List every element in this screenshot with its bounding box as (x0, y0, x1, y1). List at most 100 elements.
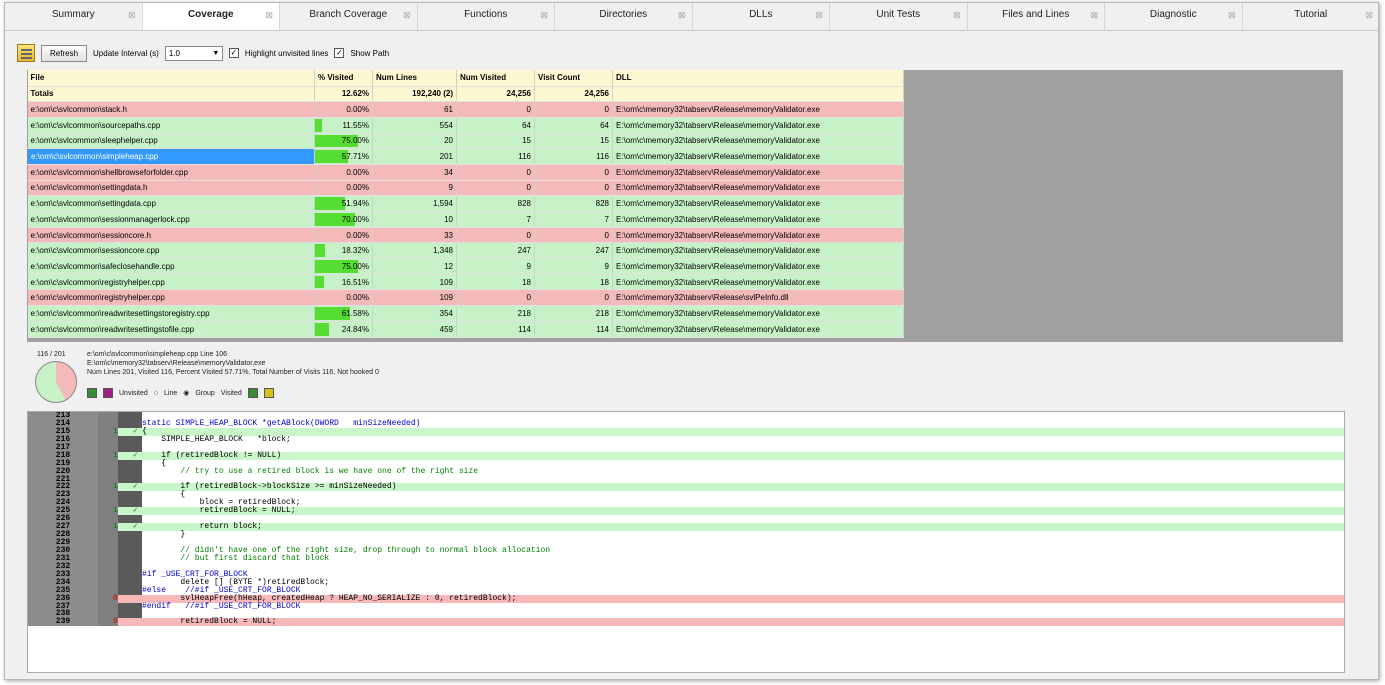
gutter (98, 539, 118, 547)
visit-count: 1 (113, 506, 118, 516)
tab-close-icon[interactable]: ⊠ (1090, 3, 1098, 27)
table-row[interactable]: e:\om\c\svlcommon\sleephelper.cpp 75.00% 2… (27, 133, 904, 150)
unvisited-color2-icon[interactable] (103, 388, 113, 398)
cell-pct: 75.00% (314, 258, 373, 275)
interval-select[interactable]: 1.0 ▼ (164, 45, 223, 61)
tab-files-and-lines[interactable]: Files and Lines ⊠ (968, 3, 1105, 30)
code-text: static SIMPLE_HEAP_BLOCK *getABlock(DWOR… (142, 418, 421, 428)
show-path-checkbox[interactable]: ✓ (334, 48, 345, 58)
gutter (98, 554, 118, 563)
table-row[interactable]: e:\om\c\svlcommon\settingdata.cpp 51.94% 1… (27, 195, 904, 212)
gutter (98, 459, 118, 468)
tab-unit-tests[interactable]: Unit Tests ⊠ (830, 3, 968, 30)
tab-summary[interactable]: Summary ⊠ (5, 3, 143, 30)
table-row[interactable]: e:\om\c\svlcommon\registryhelper.cpp 0.00… (27, 289, 904, 307)
coverage-grid[interactable]: File% Visited Num Lines Num Visited Visit C… (27, 70, 1367, 342)
cell-lines: 109 (372, 289, 457, 307)
detail-file: e:\om\c\svlcommon\simpleheap.cpp Line 10… (87, 351, 228, 358)
line-radio[interactable]: ○ (154, 390, 158, 397)
tab-close-icon[interactable]: ⊠ (265, 3, 273, 27)
refresh-button[interactable]: Refresh (41, 44, 88, 62)
cell-count: 116 (534, 148, 613, 165)
cell-count: 15 (534, 133, 613, 150)
cell-lines: 10 (372, 211, 457, 228)
column-header[interactable]: Num Lines (372, 70, 457, 87)
cell-dll: E:\om\c\memory32\tabserv\Release\memoryV… (612, 180, 904, 197)
tab-diagnostic[interactable]: Diagnostic ⊠ (1105, 3, 1243, 30)
cell-visited: 828 (456, 195, 535, 212)
cell-visited: 218 (456, 305, 535, 322)
gutter-mark (118, 586, 142, 595)
tab-label: Functions (464, 9, 508, 20)
table-row[interactable]: e:\om\c\svlcommon\sessioncore.cpp 18.32% 1… (27, 242, 904, 260)
gutter (98, 531, 118, 539)
table-row[interactable]: e:\om\c\svlcommon\shellbrowseforfolder.c… (27, 164, 904, 181)
tab-label: Diagnostic (1149, 9, 1197, 20)
visited-color2-icon[interactable] (263, 388, 274, 398)
percent-value: 24.84% (341, 324, 369, 334)
column-header[interactable]: Visit Count (534, 70, 613, 87)
tab-close-icon[interactable]: ⊠ (128, 3, 136, 27)
table-row[interactable]: e:\om\c\svlcommon\readwritesettingstoreg… (27, 305, 904, 322)
gutter-mark (118, 507, 142, 515)
cell-pct: 57.71% (314, 148, 373, 165)
tab-branch-coverage[interactable]: Branch Coverage ⊠ (280, 3, 418, 30)
legend: Unvisited ○ Line ◉ Group Visited (87, 388, 274, 398)
group-radio[interactable]: ◉ (183, 389, 189, 397)
percent-value: 75.00% (341, 261, 369, 271)
percent-value: 61.58% (341, 308, 369, 318)
tab-label: Unit Tests (876, 9, 921, 20)
highlight-checkbox[interactable]: ✓ (228, 48, 239, 58)
check-icon: ✓ (133, 450, 138, 460)
cell-pct: 0.00% (314, 227, 373, 244)
gutter (98, 412, 118, 420)
table-row[interactable]: e:\om\c\svlcommon\sourcepaths.cpp 11.55% 5… (27, 117, 904, 134)
cell-file: e:\om\c\svlcommon\sessionmanagerlock.cpp (27, 211, 315, 228)
table-row[interactable]: e:\om\c\svlcommon\sessioncore.h 0.00% 33 0 0… (27, 227, 904, 244)
gutter (98, 602, 118, 611)
table-row[interactable]: e:\om\c\svlcommon\safeclosehandle.cpp 75.… (27, 258, 904, 275)
tab-dlls[interactable]: DLLs ⊠ (693, 3, 830, 30)
cell-dll: E:\om\c\memory32\tabserv\Release\memoryV… (612, 258, 904, 275)
tab-close-icon[interactable]: ⊠ (678, 3, 686, 27)
tab-close-icon[interactable]: ⊠ (815, 3, 823, 27)
filter-icon[interactable] (17, 44, 35, 62)
tab-close-icon[interactable]: ⊠ (540, 3, 548, 27)
column-header[interactable]: File (27, 70, 315, 87)
code-line: 214 static SIMPLE_HEAP_BLOCK *getABlock(D… (28, 418, 1344, 428)
column-header[interactable]: % Visited (314, 70, 373, 87)
cell-lines: 1,348 (372, 242, 457, 260)
grid-scrollbar[interactable] (1343, 70, 1367, 342)
tab-close-icon[interactable]: ⊠ (403, 3, 411, 27)
code-scrollbar[interactable] (1346, 411, 1366, 673)
tab-close-icon[interactable]: ⊠ (1228, 3, 1236, 27)
table-row[interactable]: e:\om\c\svlcommon\stack.h 0.00% 61 0 0 E:\om\… (27, 101, 904, 118)
table-row[interactable]: e:\om\c\svlcommon\readwritesettingstofil… (27, 321, 904, 338)
gutter (98, 546, 118, 555)
cell-dll: E:\om\c\memory32\tabserv\Release\memoryV… (612, 133, 904, 150)
tab-tutorial[interactable]: Tutorial ⊠ (1243, 3, 1379, 30)
visited-color-icon[interactable] (247, 388, 258, 398)
tab-directories[interactable]: Directories ⊠ (555, 3, 693, 30)
table-row[interactable]: e:\om\c\svlcommon\simpleheap.cpp 57.71% 20… (27, 148, 904, 165)
cell-visited: 0 (456, 289, 535, 307)
gutter-mark (118, 467, 142, 476)
code-text: // try to use a retired block is we have… (142, 466, 479, 476)
source-code-view[interactable]: 213 214 static SIMPLE_HEAP_BLOCK *getABloc… (27, 411, 1345, 673)
tab-functions[interactable]: Functions ⊠ (418, 3, 555, 30)
table-row[interactable]: e:\om\c\svlcommon\registryhelper.cpp 16.5… (27, 274, 904, 291)
column-header[interactable]: DLL (612, 70, 904, 87)
unvisited-color-icon[interactable] (87, 388, 97, 398)
tab-label: Tutorial (1294, 9, 1328, 20)
table-row[interactable]: e:\om\c\svlcommon\sessionmanagerlock.cpp… (27, 211, 904, 228)
tab-coverage[interactable]: Coverage ⊠ (142, 3, 280, 30)
code-line: 216 SIMPLE_HEAP_BLOCK *block; (28, 435, 1344, 444)
visit-count: 1 (113, 426, 118, 436)
tab-close-icon[interactable]: ⊠ (1365, 3, 1373, 27)
table-row[interactable]: e:\om\c\svlcommon\settingdata.h 0.00% 9 0 0 E… (27, 180, 904, 197)
tab-close-icon[interactable]: ⊠ (953, 3, 961, 27)
gutter-mark (118, 452, 142, 460)
group-radio-label: Group (195, 389, 215, 397)
detail-dll: E:\om\c\memory32\tabserv\Release\memoryV… (87, 360, 266, 367)
column-header[interactable]: Num Visited (456, 70, 535, 87)
